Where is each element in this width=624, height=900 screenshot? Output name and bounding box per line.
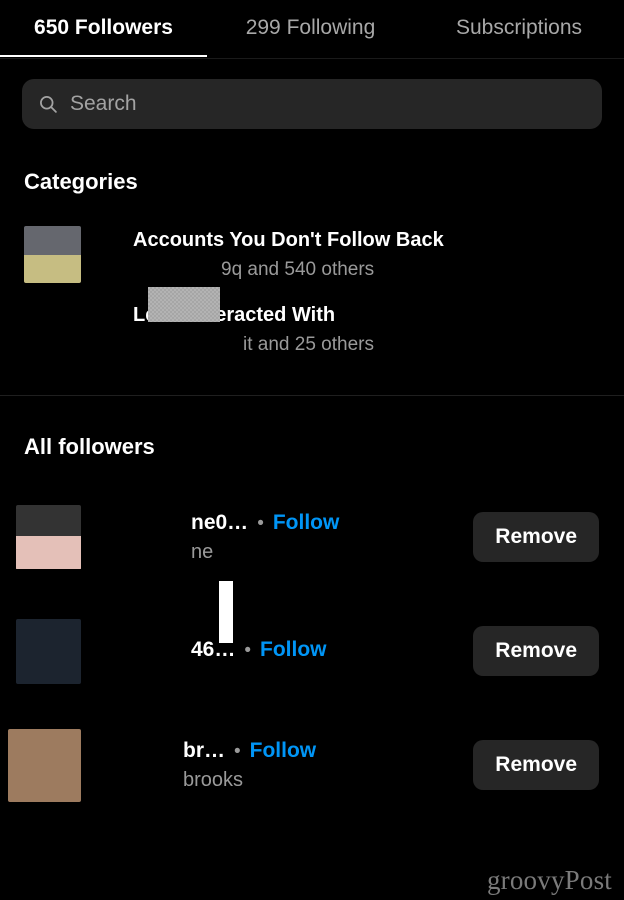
separator-dot: • [234,740,241,762]
follower-fullname: ne [191,540,214,563]
separator-dot: • [244,640,252,661]
follow-button[interactable]: Follow [273,509,340,536]
follower-username-line: ne0… • Follow [191,509,473,537]
search-section [0,59,624,129]
separator-dot: • [257,512,264,534]
search-icon [40,96,57,113]
category-text: Accounts You Don't Follow Back 9q and 54… [133,227,444,283]
section-divider [0,395,624,396]
follower-info: ne0… • Follow ne [191,509,473,566]
follower-avatar[interactable] [16,504,81,570]
follower-username[interactable]: ne0… [191,509,248,536]
categories-list: Accounts You Don't Follow Back 9q and 54… [0,217,624,367]
tab-bar-divider [0,58,624,59]
follow-button[interactable]: Follow [250,737,317,764]
tab-followers-label: 650 Followers [34,15,173,39]
category-subtitle: 9q and 540 others [221,258,375,280]
category-row[interactable]: Accounts You Don't Follow Back 9q and 54… [0,217,624,292]
follower-row: ne0… • Follow ne Remove [0,480,624,594]
remove-button[interactable]: Remove [473,626,599,676]
category-avatar [24,226,81,283]
remove-button[interactable]: Remove [473,740,599,790]
follower-avatar[interactable] [8,728,81,802]
category-name: Accounts You Don't Follow Back [133,228,444,251]
follower-info: br… • Follow brooks [183,737,473,794]
search-bar[interactable] [22,79,602,129]
follower-fullname: brooks [183,768,244,791]
follower-username-line: 46… • Follow [191,636,473,664]
categories-heading: Categories [24,169,138,194]
tab-subscriptions[interactable]: Subscriptions [414,0,624,57]
all-followers-heading: All followers [24,434,155,459]
tab-followers[interactable]: 650 Followers [0,0,207,57]
tab-following[interactable]: 299 Following [207,0,414,57]
tab-following-label: 299 Following [245,15,376,39]
follower-avatar[interactable] [16,618,81,684]
search-input[interactable] [70,92,586,116]
follower-row: 46… • Follow Remove [0,581,624,708]
watermark: groovyPost [486,865,612,895]
follower-info: 46… • Follow [191,636,473,666]
follower-username-line: br… • Follow [183,737,473,765]
category-row[interactable]: Least Interacted With it and 25 others [0,292,624,367]
followers-list: ne0… • Follow ne Remove 46… • Follow Rem… [0,480,624,822]
follower-row: br… • Follow brooks Remove [0,708,624,822]
tab-subscriptions-label: Subscriptions [455,15,583,39]
follower-username[interactable]: br… [183,737,225,764]
remove-button[interactable]: Remove [473,512,599,562]
redaction-overlay [148,287,220,322]
render-artifact-bar [219,581,233,643]
tab-bar: 650 Followers 299 Following Subscription… [0,0,624,59]
category-subtitle: it and 25 others [243,333,374,355]
follow-button[interactable]: Follow [260,636,327,663]
